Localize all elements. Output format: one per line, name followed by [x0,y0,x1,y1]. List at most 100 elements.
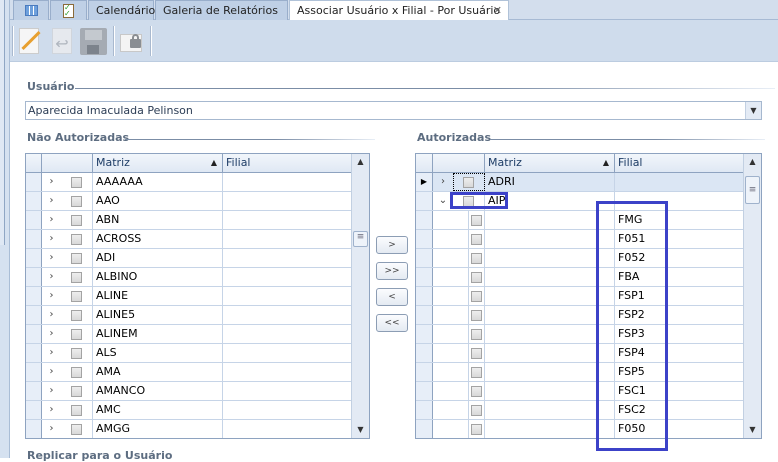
row-checkbox[interactable] [471,310,482,321]
scroll-thumb[interactable]: ≡ [745,176,760,204]
usuario-select[interactable]: Aparecida Imaculada Pelinson ▼ [25,101,762,120]
save-button[interactable] [78,26,108,56]
row-checkbox[interactable] [71,405,82,416]
row-checkbox[interactable] [471,272,482,283]
row-checkbox[interactable] [71,291,82,302]
table-row[interactable]: › AMA [26,363,353,382]
left-panel-splitter[interactable] [0,0,5,245]
row-checkbox[interactable] [471,291,482,302]
row-checkbox[interactable] [71,424,82,435]
tab-calendario[interactable]: Calendário [88,0,155,20]
child-row[interactable]: FSC1 [416,382,745,401]
child-row[interactable]: FSP1 [416,287,745,306]
table-row[interactable]: › ADI [26,249,353,268]
row-checkbox[interactable] [71,272,82,283]
table-row[interactable]: › AAO [26,192,353,211]
column-header-filial[interactable]: Filial [223,154,353,173]
expand-chevron-icon[interactable]: › [42,401,61,419]
row-checkbox[interactable] [71,310,82,321]
scroll-up-icon[interactable]: ▲ [744,154,761,170]
vertical-scrollbar[interactable]: ▲ ≡ ▼ [351,154,369,438]
expand-chevron-icon[interactable]: › [42,382,61,400]
row-checkbox[interactable] [71,215,82,226]
row-checkbox[interactable] [463,177,474,188]
child-row[interactable]: F051 [416,230,745,249]
table-row[interactable]: › ACROSS [26,230,353,249]
row-checkbox[interactable] [71,348,82,359]
row-checkbox[interactable] [471,329,482,340]
move-all-right-button[interactable]: >> [376,262,408,280]
move-selected-right-button[interactable]: > [376,236,408,254]
move-all-left-button[interactable]: << [376,314,408,332]
child-row[interactable]: FSC2 [416,401,745,420]
row-checkbox[interactable] [471,253,482,264]
table-row[interactable]: › ALBINO [26,268,353,287]
row-checkbox[interactable] [71,386,82,397]
child-row[interactable]: FSP4 [416,344,745,363]
row-checkbox[interactable] [71,329,82,340]
undo-button[interactable]: ↩ [48,26,78,56]
table-row[interactable]: › AMC [26,401,353,420]
expand-chevron-icon[interactable]: › [42,325,61,343]
row-checkbox[interactable] [471,405,482,416]
vertical-scrollbar[interactable]: ▲ ≡ ▼ [743,154,761,438]
tab-grid[interactable] [13,0,49,20]
expand-chevron-icon[interactable]: › [42,249,61,267]
tab-associar-usuario-filial[interactable]: Associar Usuário x Filial - Por Usuário … [289,0,509,20]
expand-chevron-icon[interactable]: › [42,420,61,438]
scroll-thumb[interactable]: ≡ [353,231,368,247]
row-checkbox[interactable] [471,215,482,226]
row-checkbox[interactable] [71,367,82,378]
child-row[interactable]: F050 [416,420,745,438]
row-checkbox[interactable] [471,386,482,397]
table-row[interactable]: › AMGG [26,420,353,438]
expand-chevron-icon[interactable]: › [433,173,453,191]
table-row[interactable]: › ABN [26,211,353,230]
child-row[interactable]: FMG [416,211,745,230]
row-checkbox[interactable] [471,424,482,435]
child-row[interactable]: FSP2 [416,306,745,325]
row-checkbox[interactable] [71,234,82,245]
move-selected-left-button[interactable]: < [376,288,408,306]
child-row[interactable]: F052 [416,249,745,268]
expand-chevron-icon[interactable]: › [42,287,61,305]
row-checkbox[interactable] [71,253,82,264]
group-row[interactable]: ▶ › ADRI [416,173,745,192]
row-checkbox[interactable] [471,348,482,359]
table-row[interactable]: › ALINE5 [26,306,353,325]
row-checkbox[interactable] [471,234,482,245]
child-row[interactable]: FBA [416,268,745,287]
column-header-filial[interactable]: Filial [615,154,745,173]
table-row[interactable]: › ALINEM [26,325,353,344]
column-header-matriz[interactable]: Matriz ▲ [93,154,223,173]
table-row[interactable]: › AMANCO [26,382,353,401]
expand-chevron-icon[interactable]: › [42,344,61,362]
expand-chevron-icon[interactable]: › [42,211,61,229]
row-checkbox[interactable] [71,196,82,207]
checkbox-cell [469,325,485,343]
expand-chevron-icon[interactable]: › [42,173,61,191]
scroll-up-icon[interactable]: ▲ [352,154,369,170]
child-row[interactable]: FSP3 [416,325,745,344]
table-row[interactable]: › AAAAAA [26,173,353,192]
expand-chevron-icon[interactable]: › [42,192,61,210]
table-row[interactable]: › ALINE [26,287,353,306]
expand-chevron-icon[interactable]: › [42,230,61,248]
tab-checklist[interactable]: ✓ ✓ [50,0,87,20]
row-checkbox[interactable] [471,367,482,378]
tab-galeria-relatorios[interactable]: Galeria de Relatórios [155,0,288,20]
edit-button[interactable] [15,26,45,56]
close-icon[interactable]: ✕ [493,1,502,20]
expand-chevron-icon[interactable]: › [42,268,61,286]
table-row[interactable]: › ALS [26,344,353,363]
scroll-down-icon[interactable]: ▼ [352,422,369,438]
filial-cell [223,268,353,286]
child-row[interactable]: FSP5 [416,363,745,382]
lock-button[interactable] [117,26,147,56]
chevron-down-icon[interactable]: ▼ [745,102,761,119]
row-checkbox[interactable] [71,177,82,188]
column-header-matriz[interactable]: Matriz ▲ [485,154,615,173]
expand-chevron-icon[interactable]: › [42,306,61,324]
scroll-down-icon[interactable]: ▼ [744,422,761,438]
expand-chevron-icon[interactable]: › [42,363,61,381]
